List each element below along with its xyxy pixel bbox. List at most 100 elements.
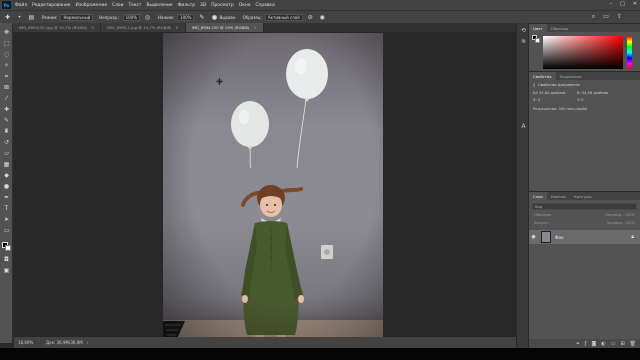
path-select-tool-icon[interactable]: ➤ — [3, 216, 10, 223]
photoshop-logo: Ps — [2, 1, 11, 9]
healing-brush-tool-icon[interactable]: ✚ — [3, 106, 10, 113]
brush-settings-icon[interactable]: ≋ — [520, 38, 527, 45]
color-fg-bg-swatches[interactable] — [532, 35, 540, 43]
menu-filter[interactable]: Фильтр — [178, 3, 195, 8]
type-tool-icon[interactable]: T — [3, 205, 10, 212]
new-layer-icon[interactable]: ⊞ — [620, 341, 624, 347]
delete-layer-icon[interactable]: 🗑︎ — [630, 341, 636, 347]
letterbox-bottom — [0, 348, 640, 360]
share-icon[interactable]: ⇪ — [617, 13, 622, 21]
document-tab-active[interactable]: IMG_8994-СЮ @ 19% (RGB/8) ✕ — [185, 23, 264, 32]
minimize-icon[interactable]: – — [610, 1, 613, 7]
menu-3d[interactable]: 3D — [200, 3, 206, 8]
menu-select[interactable]: Выделение — [146, 3, 172, 8]
layer-fill[interactable]: Заливка: 100% — [607, 221, 635, 225]
menu-help[interactable]: Справка — [255, 3, 274, 8]
layer-opacity[interactable]: Непрозр.: 100% — [605, 213, 635, 217]
close-icon[interactable]: ✕ — [633, 1, 637, 7]
pressure-opacity-icon[interactable]: ◎ — [143, 13, 152, 22]
dodge-tool-icon[interactable]: ● — [3, 183, 10, 190]
tab-swatches[interactable]: Образцы — [547, 24, 573, 32]
history-brush-tool-icon[interactable]: ↺ — [3, 139, 10, 146]
add-mask-icon[interactable]: ◙ — [591, 341, 596, 347]
brush-tool-icon[interactable]: ✎ — [3, 117, 10, 124]
menu-file[interactable]: Файл — [15, 3, 27, 8]
menu-window[interactable]: Окно — [239, 3, 251, 8]
crop-tool-icon[interactable]: ⌗ — [3, 73, 10, 80]
tab-adjustments[interactable]: Коррекция — [556, 72, 586, 80]
menu-edit[interactable]: Редактирование — [32, 3, 70, 8]
lasso-tool-icon[interactable]: ◌ — [3, 51, 10, 58]
zoom-level[interactable]: 18,69% — [18, 340, 40, 345]
group-icon[interactable]: ▭ — [611, 341, 616, 347]
tool-preset-icon[interactable]: ✚ — [3, 13, 12, 22]
visibility-eye-icon[interactable]: ◉ — [529, 234, 538, 240]
layer-thumbnail — [541, 231, 551, 243]
ignore-adjustment-icon[interactable]: ⊘ — [306, 13, 315, 22]
properties-panel: Свойства Коррекция ▯ Свойства документа … — [529, 71, 640, 191]
background-color-swatch[interactable] — [5, 245, 11, 251]
window-controls: – □ ✕ — [610, 1, 637, 7]
hue-slider[interactable] — [627, 36, 632, 69]
options-bar: ✚ • ▤ Режим: Нормальный Непрозр.: 100% ◎… — [0, 10, 640, 23]
flow-field[interactable]: 100% — [177, 13, 195, 21]
document-canvas-photo[interactable] — [163, 33, 383, 343]
brush-size-icon[interactable]: • — [15, 13, 24, 22]
fx-icon[interactable]: ƒ — [585, 341, 587, 347]
link-layers-icon[interactable]: ⚭ — [576, 341, 580, 347]
menu-image[interactable]: Изображение — [75, 3, 107, 8]
pen-tool-icon[interactable]: ✒ — [3, 194, 10, 201]
aligned-checkbox[interactable] — [212, 14, 218, 20]
layer-filter-dropdown[interactable]: Вид — [532, 203, 637, 210]
opacity-field[interactable]: 100% — [122, 13, 140, 21]
blend-mode-row: Обычные Непрозр.: 100% — [532, 212, 637, 218]
marquee-tool-icon[interactable]: ⬚ — [3, 40, 10, 47]
workspace-icon[interactable]: ▭ — [603, 13, 609, 21]
x-value[interactable]: 0 — [538, 98, 540, 102]
menu-view[interactable]: Просмотр — [211, 3, 234, 8]
height-value[interactable]: 34,56 дюймов — [582, 91, 608, 95]
document-tab[interactable]: IMG_8995-1.jpg @ 15,7% (RGB/8) ✕ — [101, 23, 186, 32]
tab-color[interactable]: Цвет — [529, 24, 547, 32]
layers-footer: ⚭ ƒ ◙ ◐ ▭ ⊞ 🗑︎ — [529, 339, 640, 348]
lock-icon[interactable]: 🔒︎ — [631, 234, 634, 240]
airbrush-icon[interactable]: ✎ — [197, 13, 206, 22]
clone-stamp-tool-icon[interactable]: ♜ — [3, 128, 10, 135]
menu-type[interactable]: Текст — [128, 3, 141, 8]
clone-source-icon[interactable]: ▤ — [27, 13, 36, 22]
y-value[interactable]: 0 — [581, 98, 583, 102]
character-icon[interactable]: A — [520, 123, 527, 130]
gradient-tool-icon[interactable]: ▦ — [3, 161, 10, 168]
mode-dropdown[interactable]: Нормальный — [60, 13, 94, 21]
layer-row-background[interactable]: ◉ Фон 🔒︎ — [529, 230, 640, 244]
screen-mode-icon[interactable]: ▣ — [3, 267, 10, 274]
eraser-tool-icon[interactable]: ▱ — [3, 150, 10, 157]
search-icon[interactable]: ⌕ — [592, 13, 595, 21]
eyedropper-tool-icon[interactable]: ⁄ — [3, 95, 10, 102]
sample-dropdown[interactable]: Активный слой — [264, 13, 303, 21]
rectangle-tool-icon[interactable]: ▭ — [3, 227, 10, 234]
maximize-icon[interactable]: □ — [620, 1, 625, 7]
quick-mask-icon[interactable]: ◘ — [3, 256, 10, 263]
tab-channels[interactable]: Каналы — [547, 192, 570, 200]
quick-select-tool-icon[interactable]: ✧ — [3, 62, 10, 69]
color-field[interactable] — [543, 36, 623, 69]
history-icon[interactable]: ⟲ — [520, 27, 527, 34]
frame-tool-icon[interactable]: ⊠ — [3, 84, 10, 91]
close-tab-icon[interactable]: ✕ — [91, 25, 94, 30]
tab-paths[interactable]: Контуры — [570, 192, 595, 200]
tab-properties[interactable]: Свойства — [529, 72, 556, 80]
close-tab-icon[interactable]: ✕ — [175, 25, 178, 30]
document-tab[interactable]: IMG_8994(31).jpg @ 15,7% (RGB/8) ✕ — [13, 23, 102, 32]
width-value[interactable]: 51,84 дюймов — [539, 91, 565, 95]
tab-layers[interactable]: Слои — [529, 192, 547, 200]
adjustment-layer-icon[interactable]: ◐ — [601, 341, 605, 347]
pressure-size-icon[interactable]: ◉ — [318, 13, 327, 22]
status-menu-icon[interactable]: › — [87, 340, 89, 345]
move-tool-icon[interactable]: ✥ — [3, 29, 10, 36]
close-tab-icon[interactable]: ✕ — [253, 25, 256, 30]
background-swatch[interactable] — [535, 38, 540, 43]
blur-tool-icon[interactable]: ◆ — [3, 172, 10, 179]
menu-layers[interactable]: Слои — [112, 3, 123, 8]
blend-mode-dropdown[interactable]: Обычные — [534, 213, 551, 217]
